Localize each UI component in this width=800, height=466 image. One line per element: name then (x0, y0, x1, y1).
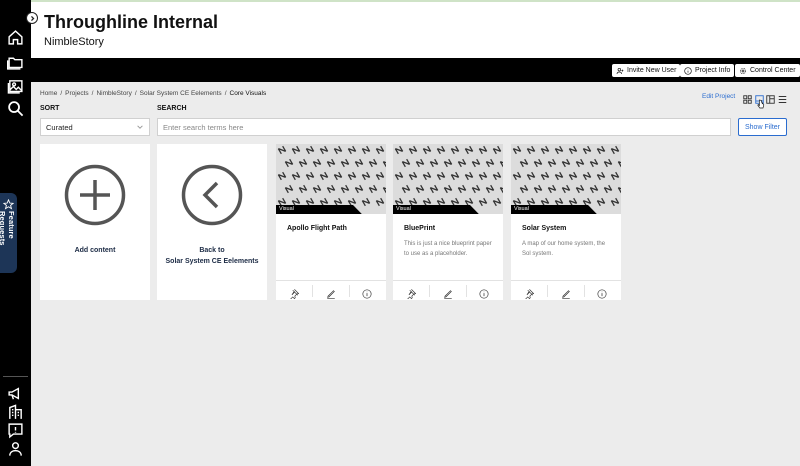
chevron-right-icon (30, 15, 34, 21)
breadcrumb-separator: / (91, 90, 94, 97)
folder-icon[interactable] (7, 54, 24, 71)
type-badge: Visual (511, 205, 621, 214)
sort-selected-value: Curated (46, 123, 73, 132)
pencil-icon[interactable] (443, 286, 453, 299)
card-actions (511, 280, 621, 300)
page-header: Throughline Internal NimbleStory (31, 0, 800, 58)
breadcrumb-item[interactable]: Home (40, 90, 57, 97)
control-center-label: Control Center (750, 67, 796, 74)
star-icon (2, 197, 15, 210)
invite-new-user-button[interactable]: Invite New User (612, 64, 681, 77)
control-center-button[interactable]: Control Center (735, 64, 800, 77)
card-title: Apollo Flight Path (287, 225, 347, 232)
breadcrumb-separator: / (60, 90, 63, 97)
breadcrumb-separator: / (134, 90, 137, 97)
info-icon (684, 66, 692, 75)
add-content-label: Add content (74, 247, 116, 254)
divider (312, 285, 313, 297)
divider (584, 285, 585, 297)
sort-label: SORT (40, 105, 60, 112)
add-content-card[interactable]: Add content (40, 144, 150, 300)
feedback-icon[interactable] (7, 422, 24, 439)
invite-new-user-label: Invite New User (627, 67, 677, 74)
search-input[interactable] (157, 118, 731, 136)
list-view-icon[interactable] (778, 91, 787, 103)
type-badge: Visual (276, 205, 386, 214)
edit-project-link[interactable]: Edit Project (702, 93, 735, 100)
type-badge-label: Visual (514, 206, 529, 212)
pin-icon[interactable] (406, 286, 417, 300)
back-target-label: Solar System CE Eelements (165, 258, 259, 265)
app-title: Throughline Internal (44, 12, 218, 32)
top-toolbar: Invite New User Project Info Control Cen… (31, 58, 800, 82)
breadcrumb-item[interactable]: NimbleStory (96, 90, 131, 97)
card-description: A map of our home system, the Sol system… (522, 241, 606, 257)
back-card[interactable]: Back to Solar System CE Eelements (157, 144, 267, 300)
add-circle-icon (64, 164, 126, 226)
project-info-button[interactable]: Project Info (680, 64, 735, 77)
card-thumbnail (393, 144, 503, 214)
content-card[interactable]: Visual Apollo Flight Path (276, 144, 386, 300)
home-icon[interactable] (7, 29, 24, 46)
card-description: This is just a nice blueprint paper to u… (404, 241, 492, 257)
gear-icon (740, 67, 746, 74)
divider (547, 285, 548, 297)
detail-view-icon[interactable] (766, 91, 775, 104)
pin-icon[interactable] (289, 286, 300, 300)
chevron-left-circle-icon (181, 164, 243, 226)
type-badge-label: Visual (396, 206, 411, 212)
breadcrumb: Home / Projects / NimbleStory / Solar System C… (40, 90, 266, 97)
card-thumbnail (276, 144, 386, 214)
breadcrumb-item[interactable]: Solar System CE Eelements (140, 90, 222, 97)
card-actions (393, 280, 503, 300)
collapse-sidebar-button[interactable] (26, 12, 38, 24)
pencil-icon[interactable] (326, 286, 336, 299)
content-card[interactable]: Visual Solar System A map of our home sy… (511, 144, 621, 300)
card-thumbnail (511, 144, 621, 214)
left-rail: Feature Requests (0, 0, 31, 466)
info-icon[interactable] (479, 286, 489, 299)
breadcrumb-item[interactable]: Projects (65, 90, 88, 97)
feature-requests-label: Feature Requests (0, 211, 16, 246)
chevron-down-icon (137, 125, 143, 129)
divider (466, 285, 467, 297)
type-badge: Visual (393, 205, 503, 214)
grid-view-icon[interactable] (743, 91, 752, 104)
project-info-label: Project Info (695, 67, 731, 74)
info-icon[interactable] (362, 286, 372, 299)
pencil-icon[interactable] (561, 286, 571, 299)
app-subtitle: NimbleStory (44, 36, 104, 48)
search-label: SEARCH (157, 105, 187, 112)
megaphone-icon[interactable] (7, 385, 24, 402)
pin-icon[interactable] (524, 286, 535, 300)
card-actions (276, 280, 386, 300)
show-filter-button[interactable]: Show Filter (738, 118, 787, 136)
divider (429, 285, 430, 297)
card-title: BluePrint (404, 225, 436, 232)
sort-select[interactable]: Curated (40, 118, 150, 136)
search-icon[interactable] (7, 100, 24, 117)
user-icon[interactable] (7, 440, 24, 457)
add-user-icon (616, 67, 624, 74)
back-to-label: Back to (199, 247, 225, 254)
card-title: Solar System (522, 225, 567, 232)
building-icon[interactable] (7, 404, 24, 421)
info-icon[interactable] (597, 286, 607, 299)
image-icon[interactable] (7, 78, 24, 95)
content-card[interactable]: Visual BluePrint This is just a nice blu… (393, 144, 503, 300)
breadcrumb-separator: / (224, 90, 227, 97)
divider (349, 285, 350, 297)
breadcrumb-current: Core Visuals (229, 90, 267, 97)
type-badge-label: Visual (279, 206, 294, 212)
mouse-cursor-icon (757, 96, 765, 109)
rail-divider (3, 376, 28, 377)
feature-requests-tab[interactable]: Feature Requests (0, 193, 17, 273)
